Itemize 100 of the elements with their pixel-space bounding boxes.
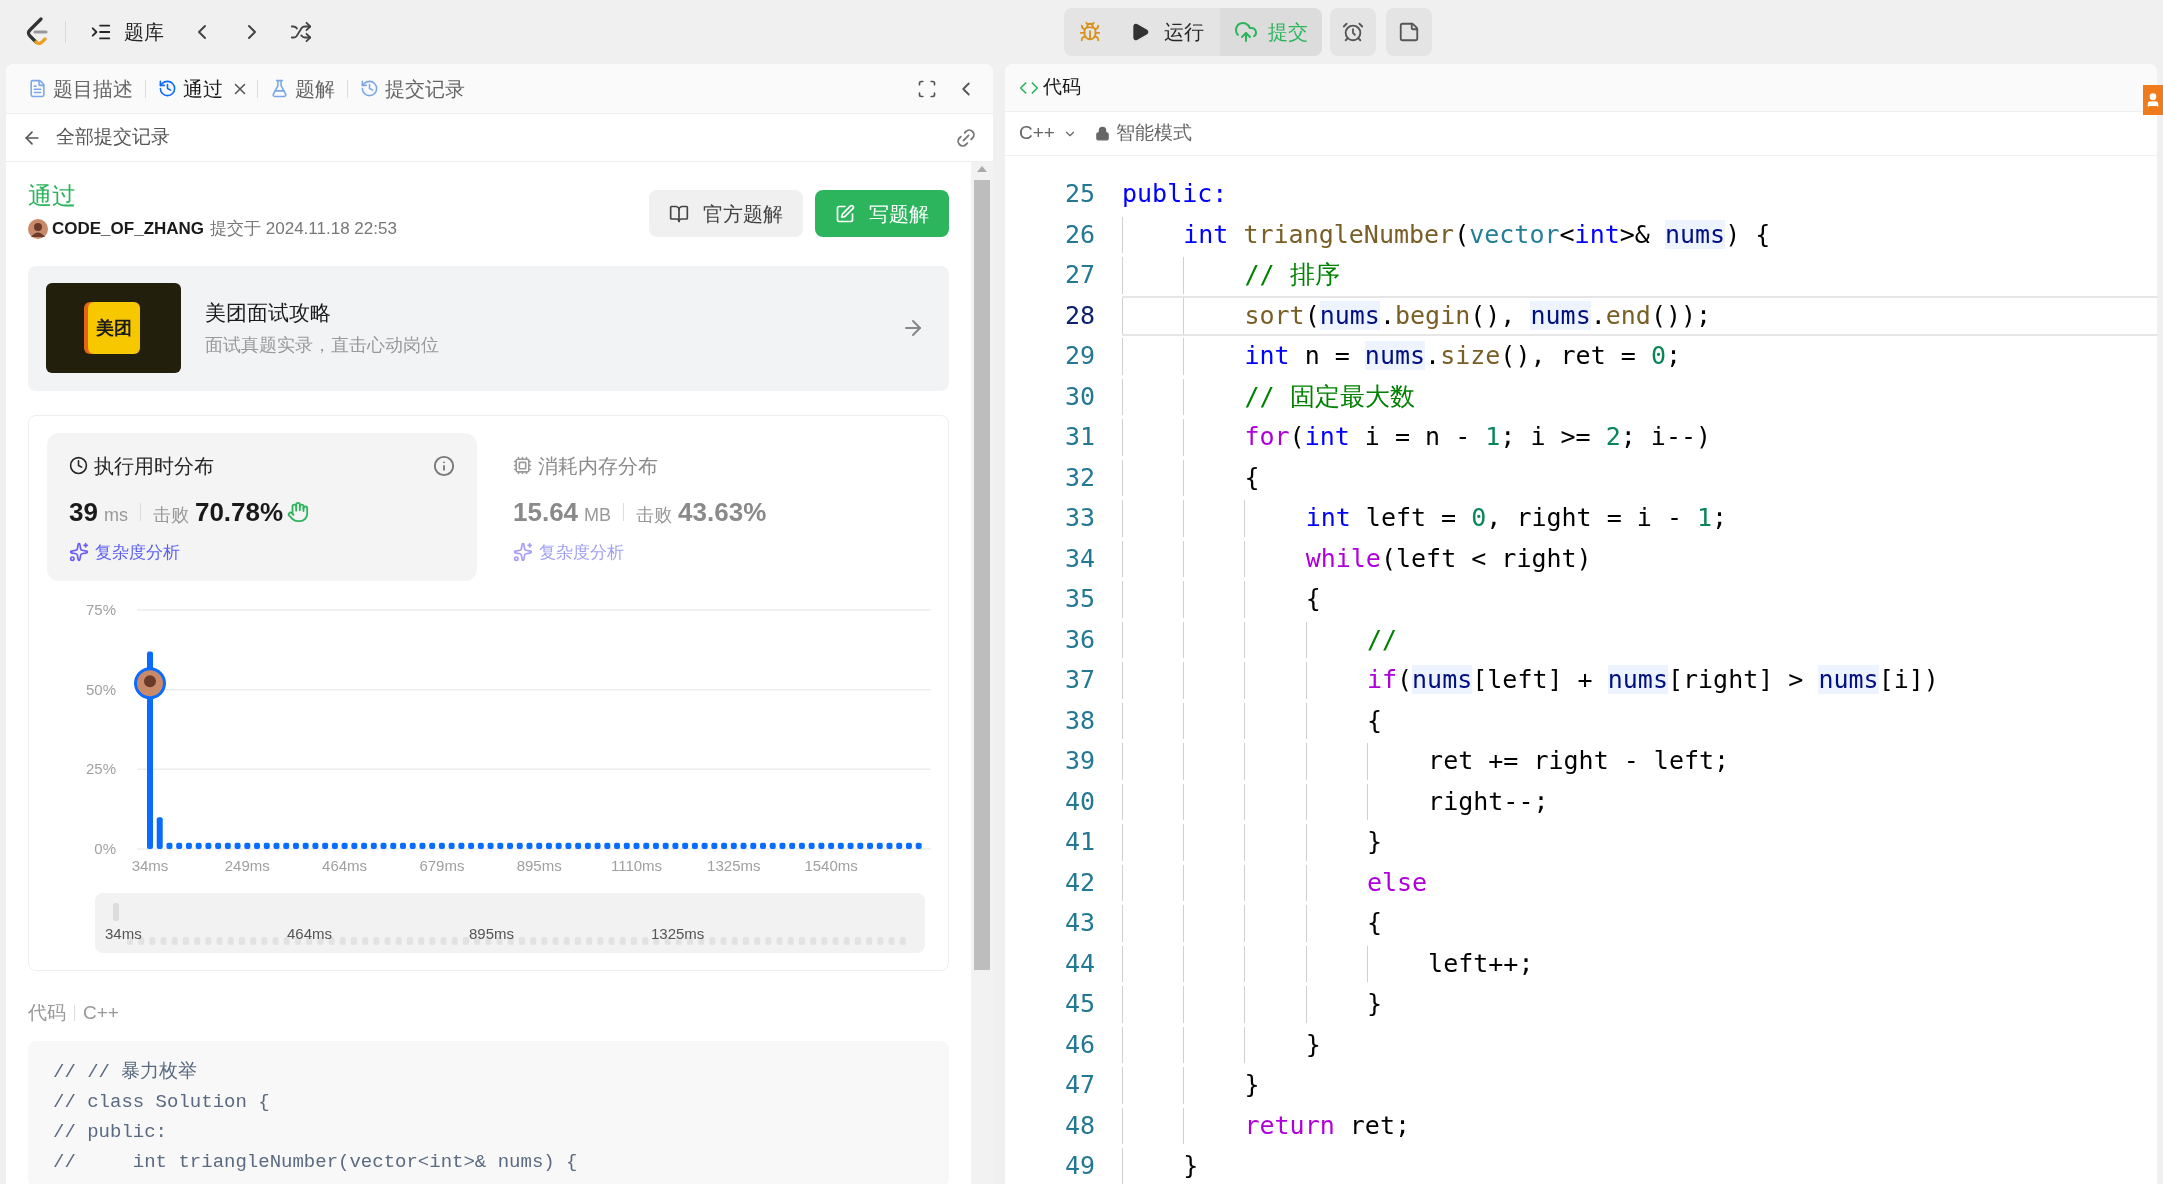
- complexity-link[interactable]: 复杂度分析: [95, 539, 180, 565]
- chart-bar: [361, 842, 368, 849]
- lock-icon: [1094, 126, 1110, 141]
- chart-bar: [769, 842, 776, 849]
- line-number: 26: [1063, 218, 1095, 251]
- chart-bar: [614, 842, 621, 849]
- beat-percentage: 70.78%: [194, 495, 284, 529]
- chart-bar: [779, 842, 786, 849]
- chart-bar: [185, 842, 192, 849]
- chart-bar: [215, 842, 222, 849]
- user-badge[interactable]: [2143, 85, 2163, 115]
- metric-card[interactable]: 执行用时分布 39 ms 击败 70.78% 复杂度分析: [47, 432, 477, 581]
- code-line: {: [1122, 457, 2157, 498]
- hand-icon: [287, 501, 310, 523]
- alarm-button[interactable]: [1330, 8, 1376, 56]
- chart-bar: [905, 842, 912, 849]
- code-line: // class Solution {: [53, 1090, 271, 1115]
- metric-title: 执行用时分布: [94, 453, 214, 479]
- promo-card[interactable]: 美团 美团面试攻略 面试真题实录，直击心动岗位: [28, 265, 949, 391]
- code-line: public:: [1122, 178, 1229, 210]
- line-number: 29: [1063, 340, 1095, 373]
- chip-icon: [513, 456, 532, 475]
- chart-bar: [351, 842, 358, 849]
- code-line: int left = 0, right = i - 1;: [1122, 498, 2157, 539]
- note-icon: [1398, 21, 1420, 43]
- chart-bar: [652, 842, 659, 849]
- line-number: 31: [1063, 421, 1095, 454]
- official-solution-button[interactable]: 官方题解: [649, 190, 803, 237]
- chart-bar: [438, 842, 445, 849]
- metric-card[interactable]: 消耗内存分布 15.64 MB 击败 43.63% 复杂度分析: [491, 432, 921, 581]
- line-number: 28: [1063, 299, 1095, 332]
- chart-bar: [477, 842, 484, 849]
- panel-tab[interactable]: 提交记录: [356, 73, 469, 104]
- chart-bar: [273, 842, 280, 849]
- chart-bar: [711, 842, 718, 849]
- user-icon: [2145, 92, 2161, 108]
- axis-label: 25%: [85, 759, 116, 777]
- range-label: 464ms: [287, 923, 333, 944]
- chart-bar: [555, 842, 562, 849]
- axis-label: 75%: [85, 600, 116, 618]
- panel-tab[interactable]: 题目描述: [24, 73, 137, 104]
- code-line: }: [1122, 1065, 2157, 1106]
- all-submissions-link[interactable]: 全部提交记录: [56, 123, 170, 152]
- chart-bar: [808, 842, 815, 849]
- metric-unit: MB: [584, 503, 612, 527]
- problem-list-button[interactable]: 题库: [90, 17, 164, 47]
- panel-tab[interactable]: 题解: [266, 73, 339, 104]
- code-line: // // 暴力枚举: [53, 1060, 199, 1085]
- info-icon[interactable]: [433, 454, 455, 477]
- line-number: 25: [1063, 178, 1095, 211]
- mode-label: 智能模式: [1115, 121, 1192, 146]
- chart-bar: [497, 842, 504, 849]
- axis-label: 679ms: [419, 856, 465, 874]
- sparkle-icon: [69, 542, 89, 563]
- code-line: {: [1122, 579, 2157, 620]
- chart-bar: [516, 842, 523, 849]
- scrollbar-thumb[interactable]: [974, 180, 990, 970]
- avatar-marker: [134, 666, 166, 699]
- axis-label: 464ms: [322, 856, 368, 874]
- chart-bar: [760, 842, 766, 849]
- promo-logo: 美团: [46, 283, 181, 373]
- line-number: 35: [1063, 583, 1095, 616]
- chart-bar: [623, 842, 630, 849]
- code-line: }: [1122, 1146, 2157, 1184]
- chart-bar: [322, 842, 329, 849]
- axis-label: 1325ms: [707, 856, 761, 874]
- code-line: return ret;: [1122, 1105, 2157, 1146]
- chart-bar: [331, 842, 338, 849]
- range-label: 1325ms: [651, 923, 705, 944]
- line-number: 42: [1063, 866, 1095, 899]
- chart-bar: [604, 842, 611, 849]
- axis-label: 34ms: [131, 856, 169, 874]
- run-button[interactable]: 运行: [1116, 8, 1218, 56]
- code-tab[interactable]: 代码: [1019, 73, 1081, 102]
- range-slider[interactable]: 34ms 464ms 895ms 1325ms: [95, 892, 925, 953]
- code-line: // int triangleNumber(vector<int>& nums) {: [53, 1150, 579, 1175]
- chart-bar: [643, 842, 650, 849]
- axis-label: 895ms: [516, 856, 562, 874]
- code-line: left++;: [1122, 943, 2157, 984]
- line-number: 34: [1063, 542, 1095, 575]
- code-line: for(int i = n - 1; i >= 2; i--): [1122, 417, 2157, 458]
- chart-bar: [487, 842, 494, 849]
- cloud-upload-icon: [1234, 20, 1258, 44]
- language-select[interactable]: C++: [1019, 119, 1077, 148]
- bug-icon: [1079, 21, 1101, 43]
- chart-bar: [867, 842, 873, 849]
- chart-bar: [857, 842, 864, 849]
- range-label: 34ms: [105, 923, 142, 944]
- line-number: 32: [1063, 461, 1095, 494]
- note-button[interactable]: [1386, 8, 1432, 56]
- chart-bar: [701, 842, 708, 849]
- fullscreen-icon[interactable]: [917, 78, 937, 99]
- chart-bar: [370, 842, 377, 849]
- chart-bar: [721, 842, 728, 849]
- chart-bar: [672, 842, 679, 849]
- panel-tab[interactable]: 通过: [154, 73, 227, 104]
- shuffle-icon[interactable]: [290, 21, 312, 43]
- line-number: 43: [1063, 907, 1095, 940]
- chart-bar: [536, 842, 543, 849]
- code-line: }: [1122, 1024, 2157, 1065]
